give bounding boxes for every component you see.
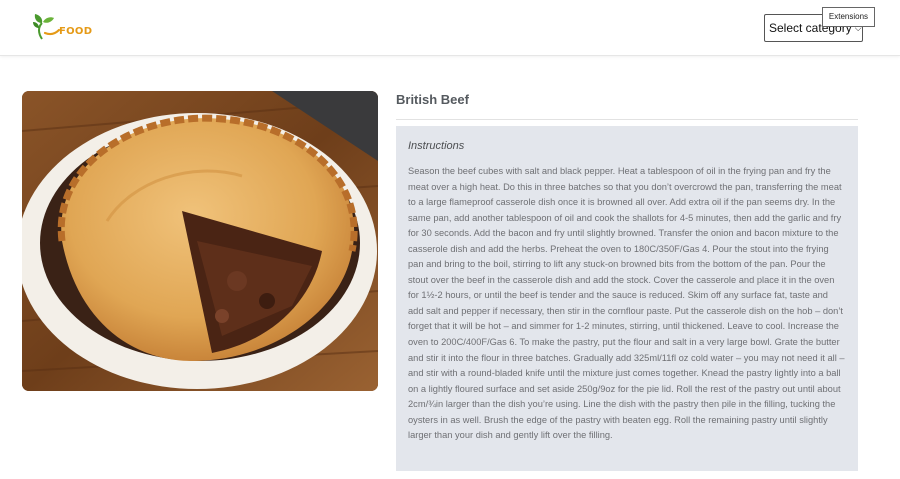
title-divider bbox=[396, 119, 858, 120]
top-navbar: FOOD Select category ⌵ Extensions bbox=[0, 0, 900, 56]
logo-text: FOOD bbox=[59, 25, 93, 37]
recipe-image bbox=[22, 91, 378, 391]
recipe-title: British Beef bbox=[396, 92, 469, 107]
instructions-panel: Instructions Season the beef cubes with … bbox=[396, 126, 858, 471]
instructions-heading: Instructions bbox=[408, 140, 465, 152]
leaf-logo-icon bbox=[33, 13, 61, 43]
extensions-tooltip: Extensions bbox=[822, 7, 875, 27]
instructions-text: Season the beef cubes with salt and blac… bbox=[408, 166, 845, 441]
brand-logo[interactable]: FOOD bbox=[33, 12, 92, 44]
